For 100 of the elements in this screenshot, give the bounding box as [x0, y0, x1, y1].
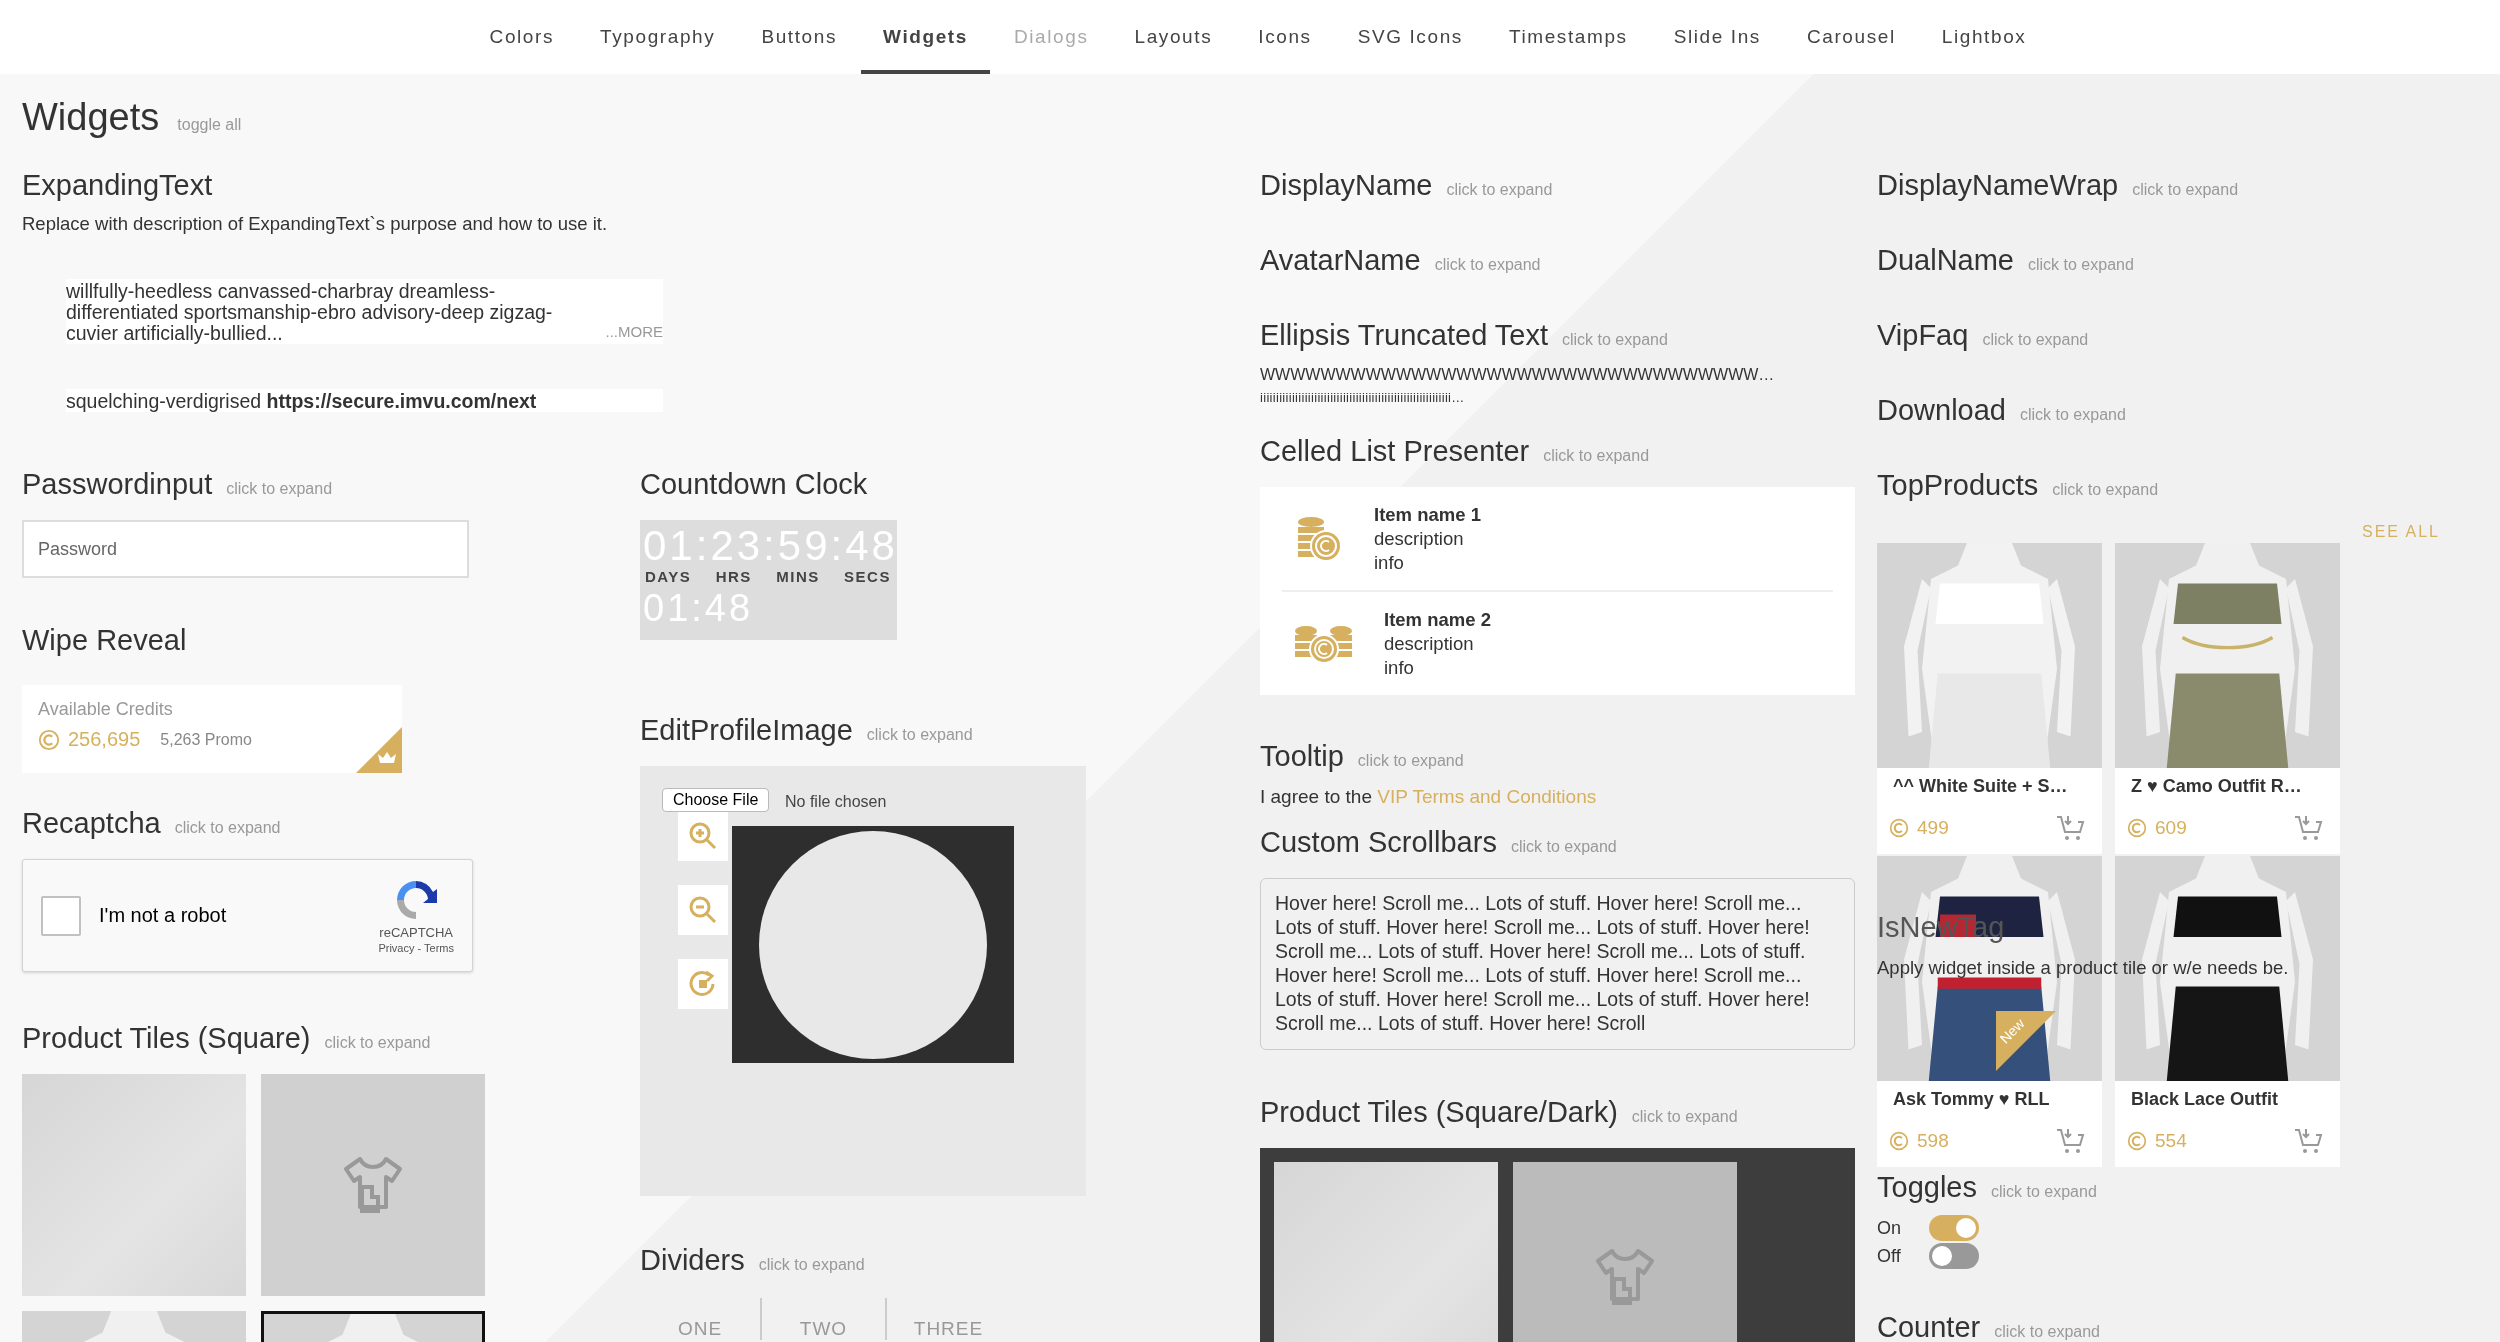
see-all-link[interactable]: SEE ALL [2361, 523, 2440, 541]
terms-link[interactable]: VIP Terms and Conditions [1377, 786, 1597, 807]
nav-tab[interactable]: Timestamps [1486, 0, 1650, 74]
expand-link[interactable]: click to expand [1982, 331, 2089, 349]
expand-link[interactable]: click to expand [1510, 838, 1617, 856]
zoom-in-icon [688, 821, 718, 851]
nav-tab[interactable]: Icons [1236, 0, 1334, 74]
section-title: Counter [1877, 1311, 1981, 1342]
cart-icon[interactable] [2294, 1127, 2324, 1155]
expand-link[interactable]: click to expand [1446, 181, 1553, 199]
section-title: Download [1877, 394, 2006, 427]
section-title: Dividers [640, 1244, 745, 1277]
scroll-box[interactable]: Hover here! Scroll me... Lots of stuff. Hover here! Scroll me... Lots of stuff. Hover here! Scroll me... Lots of stuff. Hover here! Scroll me... Lots of stuff. Hover here! Scroll me... Lots of stuff. Hover here! Scroll me... Lots of stuff. Hover here! Scroll me... Lots of stuff. Hover here! Scroll me... Lots of stuff. Hover here! Scroll me... Lots of stuff. Hover here! Scroll [1260, 878, 1855, 1050]
nav-tab[interactable]: Layouts [1112, 0, 1235, 74]
divider-label: TWO [799, 1318, 848, 1340]
expand-link[interactable]: click to expand [866, 726, 973, 744]
section-title: VipFaq [1877, 319, 1969, 352]
expand-link[interactable]: click to expand [324, 1034, 431, 1052]
nav-tab[interactable]: Lightbox [1919, 0, 2049, 74]
zoom-in-button[interactable] [678, 811, 728, 861]
choose-file-button[interactable]: Choose File [662, 788, 770, 812]
page-title: Widgets [22, 96, 160, 139]
nav-tab[interactable]: Typography [578, 0, 738, 74]
section-title: EditProfileImage [640, 714, 853, 747]
password-field[interactable]: Password [22, 520, 469, 578]
expand-link[interactable]: click to expand [2020, 406, 2126, 424]
rotate-button[interactable] [678, 959, 728, 1009]
expand-link[interactable]: click to expand [226, 480, 333, 498]
expanding-text: squelching-verdigrised https://secure.imvu.com/next [66, 389, 663, 412]
nav-tab[interactable]: Slide Ins [1651, 0, 1783, 74]
nav-tab[interactable]: SVG Icons [1335, 0, 1485, 74]
credits-amount: 256,695 [68, 728, 141, 751]
recaptcha-brand: reCAPTCHA [379, 925, 454, 940]
item-description: description [1384, 631, 1475, 656]
section-title: Passwordinput [22, 468, 213, 501]
time-unit-label: DAYS [645, 568, 692, 585]
item-description: description [1374, 526, 1465, 551]
section-title: Ellipsis Truncated Text [1260, 319, 1548, 352]
nav-tab[interactable]: Carousel [1784, 0, 1918, 74]
nav-tab[interactable]: Buttons [739, 0, 859, 74]
toggle-all-link[interactable]: toggle all [177, 116, 242, 134]
section-title: Custom Scrollbars [1260, 826, 1497, 859]
privacy-terms-links[interactable]: Privacy - Terms [378, 942, 454, 954]
description-text: Apply widget inside a product tile or w/e needs be. [1877, 957, 2290, 979]
product-info-panel[interactable]: Z ♥ Camo Outfit R… 609 [2115, 768, 2340, 854]
more-link[interactable]: ...MORE [605, 321, 663, 342]
cart-icon[interactable] [2294, 814, 2324, 842]
product-info-panel[interactable]: ^^ White Suite + S… 499 [1877, 768, 2102, 854]
expand-link[interactable]: click to expand [1434, 256, 1541, 274]
section-title: Product Tiles (Square/Dark) [1260, 1096, 1618, 1129]
expand-link[interactable]: click to expand [174, 819, 281, 837]
item-name: Item name 1 [1374, 502, 1481, 527]
expand-link[interactable]: click to expand [1543, 447, 1650, 465]
checkbox[interactable] [41, 895, 81, 936]
crop-area[interactable] [732, 826, 1014, 1063]
nav-tab[interactable]: Colors [467, 0, 577, 74]
section-title: Recaptcha [22, 807, 161, 840]
agreement-text: I agree to the [1260, 786, 1372, 807]
toggle-switch[interactable] [1929, 1243, 1979, 1269]
expand-link[interactable]: click to expand [1994, 1323, 2100, 1341]
product-info-panel[interactable]: Ask Tommy ♥ RLL 598 [1877, 1081, 2102, 1167]
expand-link[interactable]: click to expand [758, 1256, 865, 1274]
product-name: Black Lace Outfit [2130, 1088, 2280, 1111]
zoom-out-button[interactable] [678, 885, 728, 935]
time-unit-label: MINS [776, 568, 820, 585]
zoom-out-icon [688, 895, 718, 925]
item-name: Item name 2 [1384, 607, 1491, 632]
promo-amount: 5,263 Promo [160, 730, 252, 749]
item-info: info [1374, 550, 1405, 575]
expand-link[interactable]: click to expand [1562, 331, 1668, 349]
divider-label: ONE [677, 1318, 723, 1340]
product-tile[interactable] [22, 1074, 246, 1296]
product-info-panel[interactable]: Black Lace Outfit 554 [2115, 1081, 2340, 1167]
cart-icon[interactable] [2056, 814, 2086, 842]
expand-link[interactable]: click to expand [1631, 1108, 1738, 1126]
expand-link[interactable]: click to expand [2052, 481, 2159, 499]
product-tile[interactable] [261, 1074, 485, 1296]
description-text: Replace with description of ExpandingText`s purpose and how to use it. [22, 213, 609, 235]
section-title: DualName [1877, 244, 2014, 277]
nav-tab[interactable]: Widgets [861, 0, 990, 74]
product-name: ^^ White Suite + S… [1892, 775, 2069, 798]
product-tile[interactable] [1274, 1162, 1498, 1342]
product-tile[interactable] [1513, 1162, 1737, 1342]
section-title: TopProducts [1877, 469, 2039, 502]
section-title: ExpandingText [22, 169, 213, 202]
time-unit-label: HRS [715, 568, 752, 585]
expand-link[interactable]: click to expand [2028, 256, 2134, 274]
expand-link[interactable]: click to expand [1357, 752, 1464, 770]
truncated-text: iiiiiiiiiiiiiiiiiiiiiiiiiiiiiiiiiiiiiiiiiiiiiiiiiiiiiiiiiiii… [1260, 389, 1466, 407]
expand-link[interactable]: click to expand [2132, 181, 2239, 199]
checkbox-label: I'm not a robot [99, 904, 228, 927]
expand-link[interactable]: click to expand [1990, 1183, 2097, 1201]
toggle-switch[interactable] [1929, 1215, 1979, 1241]
list-item[interactable]: Item name 1 description info [1282, 487, 1833, 590]
truncated-text: WWWWWWWWWWWWWWWWWWWWWWWWWWWWWWWWW… [1260, 365, 1776, 385]
section-title: Product Tiles (Square) [22, 1022, 311, 1055]
product-price: 499 [1917, 817, 1949, 839]
credit-icon [1889, 1131, 1909, 1151]
cart-icon[interactable] [2056, 1127, 2086, 1155]
list-item[interactable]: Item name 2 description info [1282, 590, 1833, 695]
